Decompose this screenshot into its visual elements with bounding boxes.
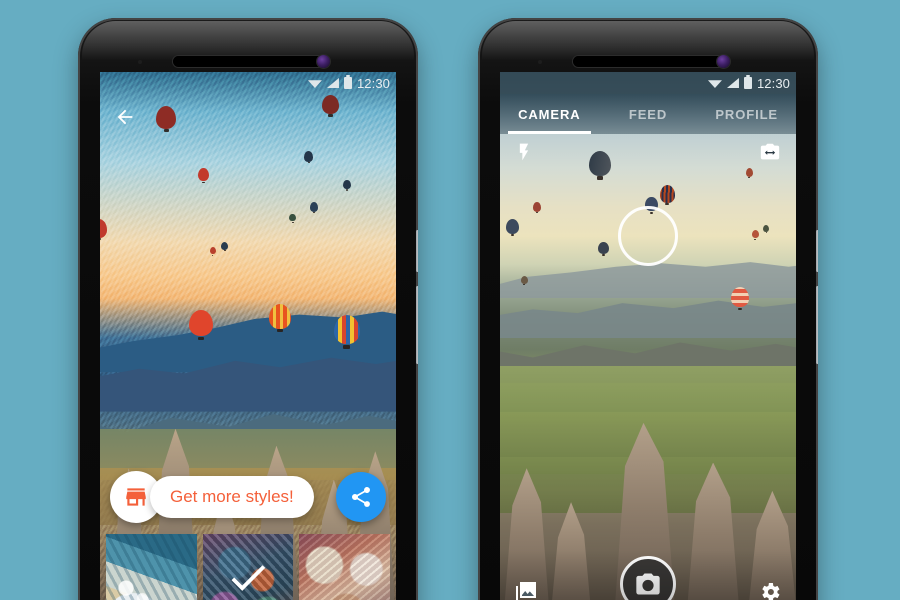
hot-air-balloon: [730, 287, 749, 311]
checkmark-icon: [225, 554, 271, 600]
status-bar-clock: 12:30: [356, 75, 390, 91]
editor-action-row: Get more styles!: [100, 468, 396, 526]
hot-air-balloon: [197, 168, 209, 184]
hot-air-balloon: [342, 179, 351, 191]
switch-camera-icon[interactable]: [758, 141, 782, 168]
hot-air-balloon: [188, 309, 213, 341]
front-camera-lens: [317, 55, 330, 68]
tab-label: PROFILE: [715, 106, 778, 122]
hot-air-balloon: [221, 241, 229, 251]
style-thumbnail-image: [299, 534, 391, 600]
power-button[interactable]: [816, 230, 818, 272]
battery-icon: [743, 75, 752, 89]
hot-air-balloon: [505, 219, 519, 237]
hot-air-balloon: [763, 224, 770, 233]
hot-air-balloon: [520, 275, 528, 285]
tab-label: CAMERA: [518, 106, 581, 122]
flash-icon[interactable]: [514, 140, 534, 169]
hot-air-balloon: [333, 315, 360, 349]
left-phone-screen: 12:30 Get more styles!: [100, 72, 396, 600]
hot-air-balloon: [289, 213, 297, 223]
style-thumbnail-image: [106, 534, 197, 600]
battery-icon: [343, 75, 352, 89]
right-phone-device: 12:30 CAMERA FEED PROFILE: [478, 18, 818, 600]
tab-profile[interactable]: PROFILE: [697, 94, 796, 134]
earpiece-speaker: [573, 56, 723, 67]
tab-label: FEED: [628, 106, 668, 122]
right-status-bar: 12:30: [500, 72, 796, 94]
hot-air-balloon: [209, 247, 216, 256]
get-more-styles-button[interactable]: Get more styles!: [150, 476, 314, 518]
volume-button[interactable]: [416, 286, 418, 364]
proximity-sensor: [138, 60, 142, 64]
power-button[interactable]: [416, 230, 418, 272]
share-icon[interactable]: [336, 472, 386, 522]
volume-button[interactable]: [816, 286, 818, 364]
hot-air-balloon: [268, 304, 291, 333]
hot-air-balloon: [156, 105, 177, 133]
front-camera-lens: [717, 55, 730, 68]
settings-gear-icon[interactable]: [758, 580, 782, 600]
signal-icon: [326, 78, 339, 88]
camera-top-controls: [500, 134, 796, 174]
gallery-icon[interactable]: [514, 580, 538, 600]
hot-air-balloon: [532, 202, 541, 214]
get-more-styles-label: Get more styles!: [170, 487, 294, 506]
back-arrow-icon[interactable]: [114, 106, 136, 128]
tab-feed[interactable]: FEED: [599, 94, 698, 134]
left-phone-device: 12:30 Get more styles!: [78, 18, 418, 600]
tab-camera[interactable]: CAMERA: [500, 94, 599, 134]
tab-bar: CAMERA FEED PROFILE: [500, 94, 796, 134]
style-item-mononoke[interactable]: Mononok: [299, 534, 391, 600]
wifi-icon: [707, 80, 722, 88]
wifi-icon: [307, 80, 322, 88]
camera-bottom-controls: [500, 550, 796, 600]
proximity-sensor: [538, 60, 542, 64]
style-item-great-wave[interactable]: The Great Wave: [106, 534, 197, 600]
hot-air-balloon: [100, 219, 108, 241]
status-bar-clock: 12:30: [756, 75, 790, 91]
hot-air-balloon: [322, 94, 339, 117]
hot-air-balloon: [597, 241, 609, 256]
left-status-bar: 12:30: [100, 72, 396, 94]
signal-icon: [726, 78, 739, 88]
hot-air-balloon: [304, 151, 314, 164]
style-item-caribbean[interactable]: Caribbean: [202, 534, 294, 600]
style-thumbnail-strip: The Great Wave Caribbean Mononok: [100, 534, 396, 600]
hot-air-balloon: [310, 202, 319, 214]
earpiece-speaker: [173, 56, 323, 67]
hot-air-balloon: [751, 230, 759, 240]
right-phone-screen: 12:30 CAMERA FEED PROFILE: [500, 72, 796, 600]
focus-ring: [618, 206, 678, 266]
hot-air-balloon: [659, 185, 675, 206]
